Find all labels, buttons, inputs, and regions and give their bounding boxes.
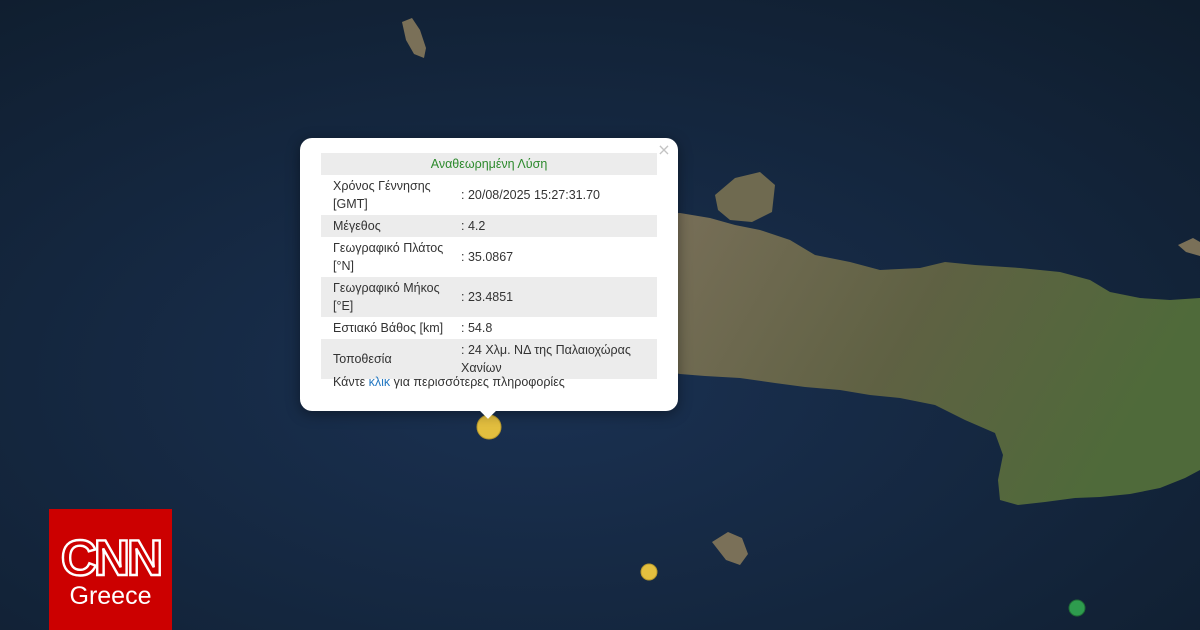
earthquake-info-popup: × Αναθεωρημένη Λύση Χρόνος Γέννησης [GMT…	[300, 138, 678, 411]
origin-time-label: Χρόνος Γέννησης [GMT]	[333, 179, 431, 211]
svg-text:CNN: CNN	[61, 530, 160, 584]
table-row: Γεωγραφικό Πλάτος [°N] : 35.0867	[321, 237, 657, 277]
more-info-link[interactable]: κλικ	[369, 375, 391, 389]
magnitude-value: : 4.2	[457, 215, 657, 237]
earthquake-details-table: Αναθεωρημένη Λύση Χρόνος Γέννησης [GMT] …	[321, 153, 657, 379]
more-info-prefix: Κάντε	[333, 375, 366, 389]
location-label: Τοποθεσία	[321, 339, 457, 379]
magnitude-label: Μέγεθος	[321, 215, 457, 237]
table-row: Γεωγραφικό Μήκος [°E] : 23.4851	[321, 277, 657, 317]
table-row: Εστιακό Βάθος [km] : 54.8	[321, 317, 657, 339]
more-info-text: Κάντε κλικ για περισσότερες πληροφορίες	[333, 375, 565, 389]
cnn-wordmark: CNN	[60, 529, 162, 584]
origin-time-value: : 20/08/2025 15:27:31.70	[461, 188, 601, 202]
depth-value: : 54.8	[461, 321, 493, 335]
table-row: Χρόνος Γέννησης [GMT] : 20/08/2025 15:27…	[321, 175, 657, 215]
location-value: : 24 Χλμ. ΝΔ της Παλαιοχώρας Χανίων	[457, 339, 657, 379]
depth-label: Εστιακό Βάθος [km]	[333, 321, 444, 335]
popup-header-row: Αναθεωρημένη Λύση	[321, 153, 657, 175]
close-icon[interactable]: ×	[656, 142, 672, 158]
longitude-value: : 23.4851	[457, 277, 657, 317]
table-row: Τοποθεσία : 24 Χλμ. ΝΔ της Παλαιοχώρας Χ…	[321, 339, 657, 379]
cnn-region-label: Greece	[69, 582, 152, 610]
cnn-greece-logo: CNN Greece	[49, 509, 172, 630]
more-info-suffix: για περισσότερες πληροφορίες	[393, 375, 565, 389]
latitude-value: : 35.0867	[461, 250, 514, 264]
latitude-label: Γεωγραφικό Πλάτος [°N]	[333, 241, 444, 273]
popup-title: Αναθεωρημένη Λύση	[321, 153, 657, 175]
longitude-label: Γεωγραφικό Μήκος [°E]	[321, 277, 457, 317]
earthquake-marker-south[interactable]	[640, 563, 658, 581]
earthquake-marker-green[interactable]	[1068, 599, 1086, 617]
popup-pointer	[478, 410, 498, 422]
table-row: Μέγεθος : 4.2	[321, 215, 657, 237]
